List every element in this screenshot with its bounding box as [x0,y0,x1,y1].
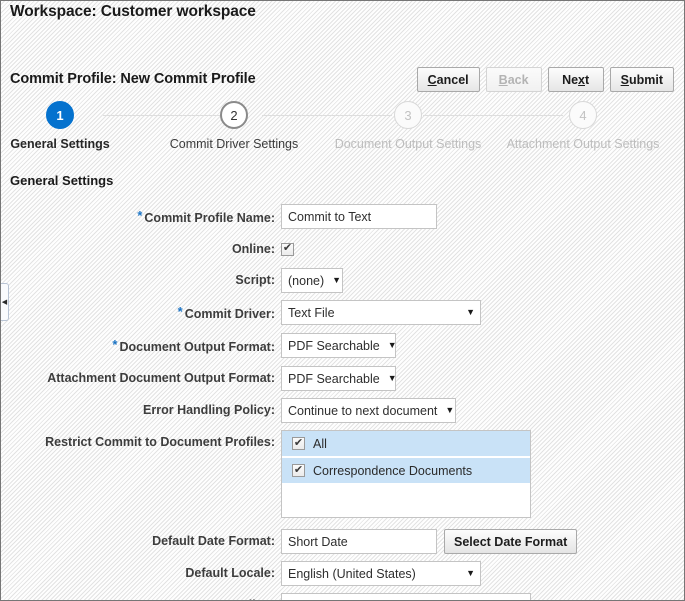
select-date-format-button[interactable]: Select Date Format [444,529,578,554]
back-button-label: ack [507,72,529,87]
field-row-commit-driver: * Commit Driver: Text File ▼ [1,300,684,326]
field-row-commit-profile-name: * Commit Profile Name: [1,204,684,230]
wizard-stepper: 1 General Settings 2 Commit Driver Setti… [1,101,684,156]
cancel-button-label: ancel [436,72,469,87]
chevron-down-icon: ▼ [445,405,455,415]
back-button[interactable]: Back [485,67,542,92]
label-error-handling-policy: Error Handling Policy: [143,403,275,417]
label-default-locale: Default Locale: [185,566,275,580]
field-row-online: Online: ✔ [1,237,684,261]
field-row-attachment-document-output-format: Attachment Document Output Format: PDF S… [1,366,684,391]
checkmark-icon: ✔ [293,436,304,449]
stepper-step-attachment-output-settings[interactable]: 4 Attachment Output Settings [496,101,670,151]
cancel-button[interactable]: Cancel [416,67,480,92]
stepper-label-4: Attachment Output Settings [506,137,660,151]
label-encoding: Encoding: [1,593,281,600]
stepper-connector-2 [262,115,392,116]
checkmark-icon: ✔ [282,242,293,254]
chevron-down-icon: ▼ [387,373,397,383]
chevron-down-icon: ▼ [466,568,475,578]
chevron-down-icon: ▼ [466,307,475,317]
label-attachment-document-output-format: Attachment Document Output Format: [47,371,275,385]
encoding-select[interactable]: (none) ▼ [281,593,531,600]
field-row-default-locale: Default Locale: English (United States) … [1,561,684,586]
list-item[interactable]: ✔ All [282,431,530,458]
field-row-encoding: Encoding: (none) ▼ [1,593,684,600]
label-restrict-commit-to-document-profiles: Restrict Commit to Document Profiles: [45,435,275,449]
stepper-circle-1: 1 [46,101,74,129]
field-row-document-output-format: * Document Output Format: PDF Searchable … [1,333,684,359]
checkmark-icon: ✔ [293,463,304,476]
stepper-step-commit-driver-settings[interactable]: 2 Commit Driver Settings [147,101,321,151]
error-handling-policy-value: Continue to next document [288,403,438,418]
general-settings-form: *Commit Profile Name: Online: ✔ Script: … [1,204,684,600]
document-output-format-select[interactable]: PDF Searchable ▼ [281,333,397,358]
next-button[interactable]: Ne x t [547,67,604,92]
required-indicator-icon: * [177,304,183,319]
stepper-step-document-output-settings[interactable]: 3 Document Output Settings [321,101,495,151]
stepper-label-1: General Settings [10,137,110,151]
attachment-document-output-format-value: PDF Searchable [288,371,380,386]
commit-profile-name-input[interactable] [281,204,437,229]
stepper-connector-1 [103,115,235,116]
script-select[interactable]: (none) ▼ [281,268,343,293]
stepper-label-3: Document Output Settings [334,137,482,151]
submit-button[interactable]: Submit [609,67,674,92]
label-default-date-format: Default Date Format: [152,534,275,548]
field-row-error-handling-policy: Error Handling Policy: Continue to next … [1,398,684,423]
list-item[interactable]: ✔ Correspondence Documents [282,458,530,485]
required-indicator-icon: * [137,208,143,223]
label-online: Online: [231,242,275,256]
commit-profile-window: Workspace: Customer workspace Commit Pro… [0,0,685,601]
label-script: Script: [235,273,275,287]
stepper-circle-3: 3 [394,101,422,129]
workspace-title: Workspace: Customer workspace [10,3,256,20]
stepper-circle-2: 2 [220,101,248,129]
field-row-script: Script: (none) ▼ [1,268,684,293]
chevron-down-icon: ▼ [332,275,342,285]
label-commit-profile-name: * Commit Profile Name: [137,208,275,225]
required-indicator-icon: * [112,337,118,352]
commit-driver-select-value: Text File [288,305,335,320]
document-profile-correspondence-checkbox[interactable]: ✔ [292,464,305,477]
field-row-restrict-commit-to-document-profiles: Restrict Commit to Document Profiles: ✔ … [1,430,684,518]
stepper-circle-4: 4 [569,101,597,129]
stepper-label-2: Commit Driver Settings [169,137,299,151]
page-title: Commit Profile: New Commit Profile [10,71,256,87]
default-locale-value: English (United States) [288,566,416,581]
document-profiles-listbox[interactable]: ✔ All ✔ Correspondence Documents [281,430,531,518]
stepper-step-general-settings[interactable]: 1 General Settings [1,101,147,151]
error-handling-policy-select[interactable]: Continue to next document ▼ [281,398,456,423]
list-item-label: Correspondence Documents [313,463,473,478]
stepper-connector-3 [423,115,563,116]
script-select-value: (none) [288,273,325,288]
label-document-output-format: * Document Output Format: [112,337,275,354]
label-commit-driver: * Commit Driver: [177,304,275,321]
list-item-label: All [313,436,327,451]
section-heading-general-settings: General Settings [10,173,114,188]
online-checkbox[interactable]: ✔ [281,242,294,256]
wizard-button-bar: Cancel Back Ne x t Submit [416,67,674,92]
attachment-document-output-format-select[interactable]: PDF Searchable ▼ [281,366,397,391]
document-profile-all-checkbox[interactable]: ✔ [292,437,305,450]
chevron-down-icon: ▼ [387,340,397,350]
default-locale-select[interactable]: English (United States) ▼ [281,561,481,586]
commit-driver-select[interactable]: Text File ▼ [281,300,481,325]
field-row-default-date-format: Default Date Format: Select Date Format [1,529,684,554]
document-output-format-value: PDF Searchable [288,338,380,353]
default-date-format-input[interactable] [281,529,437,554]
